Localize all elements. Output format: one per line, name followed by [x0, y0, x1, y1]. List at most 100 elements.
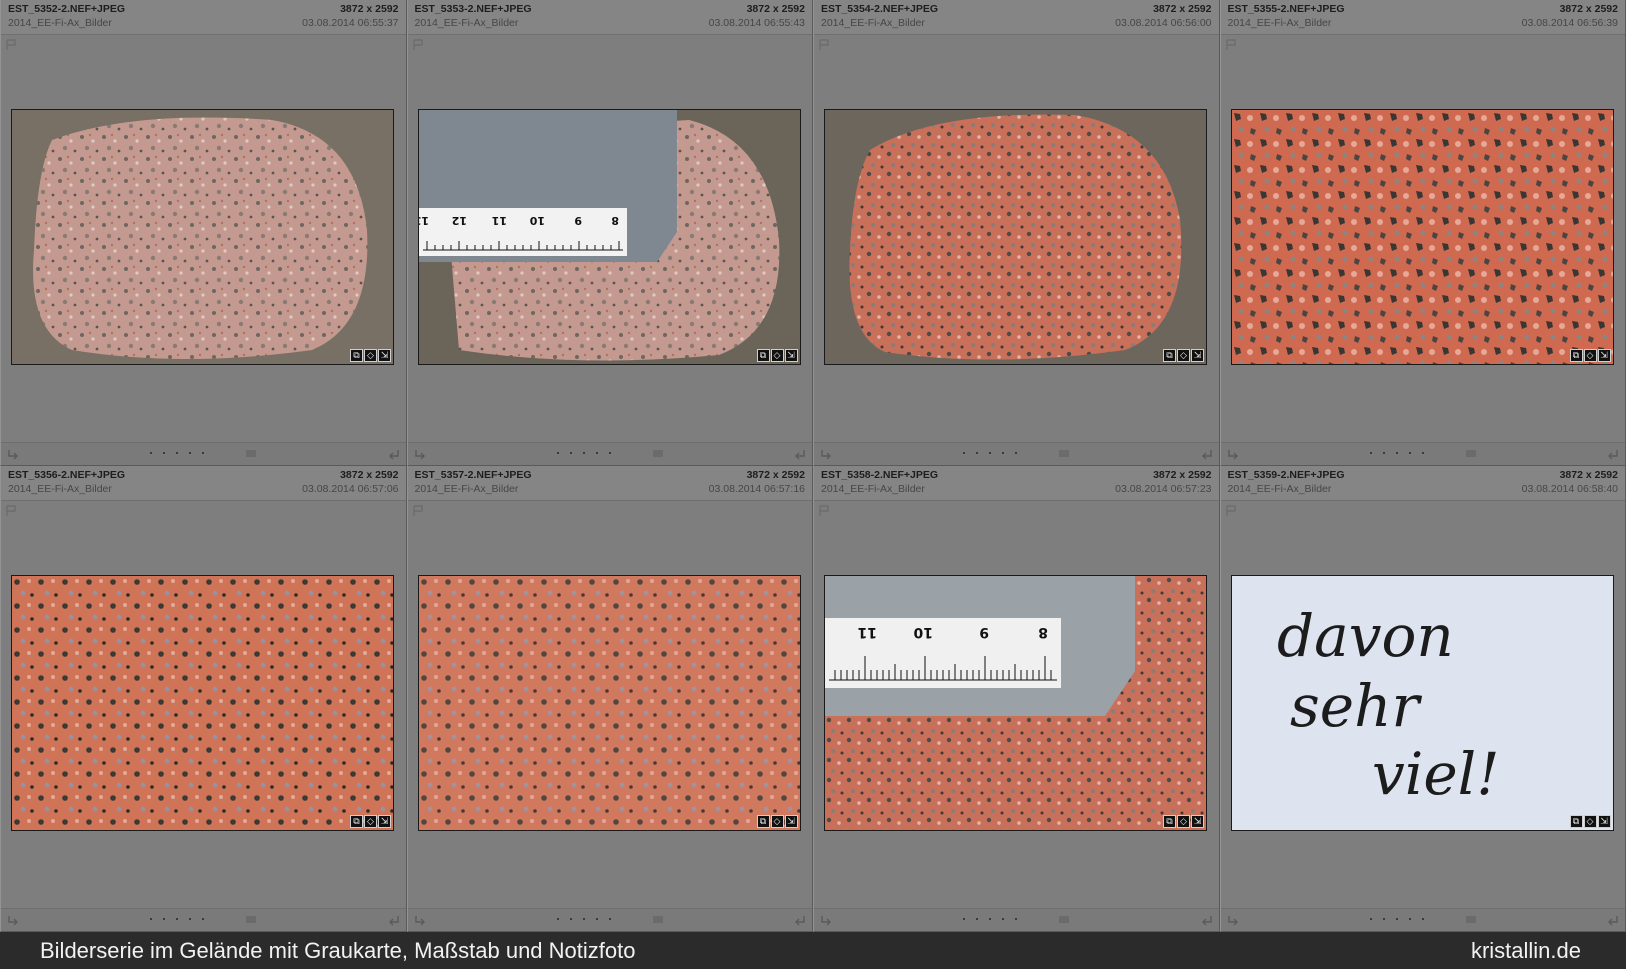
image-dimensions: 3872 x 2592	[746, 469, 805, 481]
badge-edit-icon[interactable]: ⇲	[1191, 349, 1204, 362]
badge-copy-icon[interactable]: ⧉	[350, 349, 363, 362]
rotate-left-icon[interactable]	[413, 448, 426, 460]
grid-cell[interactable]: EST_5355-2.NEF+JPEG 3872 x 2592 2014_EE-…	[1219, 0, 1626, 466]
rating-stars[interactable]	[1369, 452, 1424, 454]
rating-stars[interactable]	[150, 452, 204, 454]
color-label[interactable]	[246, 450, 256, 457]
rating-stars[interactable]	[556, 918, 611, 920]
thumbnail-image[interactable]: ⧉ ◇ ⇲	[417, 575, 801, 831]
rotate-right-icon[interactable]	[794, 914, 807, 926]
color-label[interactable]	[246, 916, 256, 923]
thumbnail-image[interactable]: ⧉ ◇ ⇲	[11, 109, 394, 365]
folder-name: 2014_EE-Fi-Ax_Bilder	[821, 483, 925, 495]
grid-cell[interactable]: EST_5354-2.NEF+JPEG 3872 x 2592 2014_EE-…	[813, 0, 1220, 466]
color-label[interactable]	[1059, 916, 1069, 923]
grid-cell[interactable]: EST_5353-2.NEF+JPEG 3872 x 2592 2014_EE-…	[406, 0, 813, 466]
rotate-right-icon[interactable]	[1201, 448, 1214, 460]
image-dimensions: 3872 x 2592	[340, 3, 399, 15]
badge-tag-icon[interactable]: ◇	[364, 815, 377, 828]
rotate-left-icon[interactable]	[413, 914, 426, 926]
badge-edit-icon[interactable]: ⇲	[784, 815, 798, 828]
rating-stars[interactable]	[150, 918, 204, 920]
badge-tag-icon[interactable]: ◇	[1177, 815, 1190, 828]
file-name: EST_5358-2.NEF+JPEG	[821, 469, 939, 481]
badge-copy-icon[interactable]: ⧉	[756, 349, 770, 362]
flag-icon[interactable]	[6, 39, 17, 51]
flag-icon[interactable]	[819, 39, 830, 51]
capture-date: 03.08.2014 06:55:43	[708, 17, 805, 29]
badge-edit-icon[interactable]: ⇲	[784, 349, 798, 362]
thumbnail-image[interactable]: ⧉ ◇ ⇲	[11, 575, 394, 831]
grid-cell[interactable]: EST_5357-2.NEF+JPEG 3872 x 2592 2014_EE-…	[406, 466, 813, 932]
flag-icon[interactable]	[819, 505, 830, 517]
grid-cell[interactable]: EST_5352-2.NEF+JPEG 3872 x 2592 2014_EE-…	[0, 0, 407, 466]
rotate-left-icon[interactable]	[819, 448, 832, 460]
grid-cell[interactable]: EST_5359-2.NEF+JPEG 3872 x 2592 2014_EE-…	[1219, 466, 1626, 932]
rotate-left-icon[interactable]	[1226, 914, 1239, 926]
rotate-right-icon[interactable]	[794, 448, 807, 460]
file-name: EST_5357-2.NEF+JPEG	[414, 469, 532, 481]
badge-edit-icon[interactable]: ⇲	[378, 815, 391, 828]
thumbnail-image[interactable]: ⧉ ◇ ⇲	[824, 109, 1207, 365]
filmstrip-grid: EST_5352-2.NEF+JPEG 3872 x 2592 2014_EE-…	[0, 0, 1626, 932]
color-label[interactable]	[1465, 916, 1476, 923]
capture-date: 03.08.2014 06:56:00	[1115, 17, 1212, 29]
badge-edit-icon[interactable]: ⇲	[378, 349, 391, 362]
rotate-right-icon[interactable]	[1607, 914, 1620, 926]
badge-tag-icon[interactable]: ◇	[1177, 349, 1190, 362]
rotate-right-icon[interactable]	[1201, 914, 1214, 926]
cell-header: EST_5359-2.NEF+JPEG 3872 x 2592 2014_EE-…	[1220, 466, 1625, 501]
flag-icon[interactable]	[1225, 505, 1237, 517]
cell-footer	[1220, 908, 1625, 931]
flag-icon[interactable]	[1225, 39, 1237, 51]
ruler-tick-label: 12	[451, 214, 466, 227]
badge-edit-icon[interactable]: ⇲	[1191, 815, 1204, 828]
badge-tag-icon[interactable]: ◇	[1583, 349, 1597, 362]
badge-copy-icon[interactable]: ⧉	[1163, 349, 1176, 362]
color-label[interactable]	[1465, 450, 1476, 457]
thumbnail-image[interactable]: ⧉ ◇ ⇲	[1230, 109, 1614, 365]
badge-copy-icon[interactable]: ⧉	[1569, 349, 1583, 362]
rating-stars[interactable]	[963, 918, 1017, 920]
thumbnail-image[interactable]: 13 12 11 10 9 8 ⧉ ◇ ⇲	[417, 109, 801, 365]
rotate-left-icon[interactable]	[1226, 448, 1239, 460]
badge-tag-icon[interactable]: ◇	[1583, 815, 1597, 828]
file-name: EST_5355-2.NEF+JPEG	[1227, 3, 1345, 15]
image-dimensions: 3872 x 2592	[746, 3, 805, 15]
badge-tag-icon[interactable]: ◇	[770, 349, 784, 362]
flag-icon[interactable]	[412, 39, 424, 51]
cell-header: EST_5355-2.NEF+JPEG 3872 x 2592 2014_EE-…	[1220, 0, 1625, 35]
caption-text: Bilderserie im Gelände mit Graukarte, Ma…	[40, 938, 636, 963]
file-name: EST_5352-2.NEF+JPEG	[8, 3, 126, 15]
image-dimensions: 3872 x 2592	[340, 469, 399, 481]
badge-copy-icon[interactable]: ⧉	[350, 815, 363, 828]
color-label[interactable]	[652, 450, 663, 457]
badge-tag-icon[interactable]: ◇	[364, 349, 377, 362]
rotate-left-icon[interactable]	[819, 914, 832, 926]
rating-stars[interactable]	[1369, 918, 1424, 920]
grid-cell[interactable]: EST_5356-2.NEF+JPEG 3872 x 2592 2014_EE-…	[0, 466, 407, 932]
grid-cell[interactable]: EST_5358-2.NEF+JPEG 3872 x 2592 2014_EE-…	[813, 466, 1220, 932]
rotate-right-icon[interactable]	[388, 914, 401, 926]
badge-edit-icon[interactable]: ⇲	[1597, 815, 1611, 828]
ruler-tick-label: 13	[419, 214, 429, 227]
rating-stars[interactable]	[556, 452, 611, 454]
thumbnail-image[interactable]: 11 10 9 8 ⧉ ◇ ⇲	[824, 575, 1207, 831]
rotate-left-icon[interactable]	[6, 914, 19, 926]
flag-icon[interactable]	[6, 505, 17, 517]
color-label[interactable]	[1059, 450, 1069, 457]
badge-edit-icon[interactable]: ⇲	[1597, 349, 1611, 362]
badge-copy-icon[interactable]: ⧉	[1163, 815, 1176, 828]
badge-copy-icon[interactable]: ⧉	[756, 815, 770, 828]
rotate-right-icon[interactable]	[1607, 448, 1620, 460]
badge-tag-icon[interactable]: ◇	[770, 815, 784, 828]
folder-name: 2014_EE-Fi-Ax_Bilder	[1227, 17, 1332, 29]
cell-header: EST_5357-2.NEF+JPEG 3872 x 2592 2014_EE-…	[407, 466, 812, 501]
badge-copy-icon[interactable]: ⧉	[1569, 815, 1583, 828]
rating-stars[interactable]	[963, 452, 1017, 454]
color-label[interactable]	[652, 916, 663, 923]
rotate-right-icon[interactable]	[388, 448, 401, 460]
thumbnail-image[interactable]: davon sehr viel! ⧉ ◇ ⇲	[1230, 575, 1614, 831]
flag-icon[interactable]	[412, 505, 424, 517]
rotate-left-icon[interactable]	[6, 448, 19, 460]
